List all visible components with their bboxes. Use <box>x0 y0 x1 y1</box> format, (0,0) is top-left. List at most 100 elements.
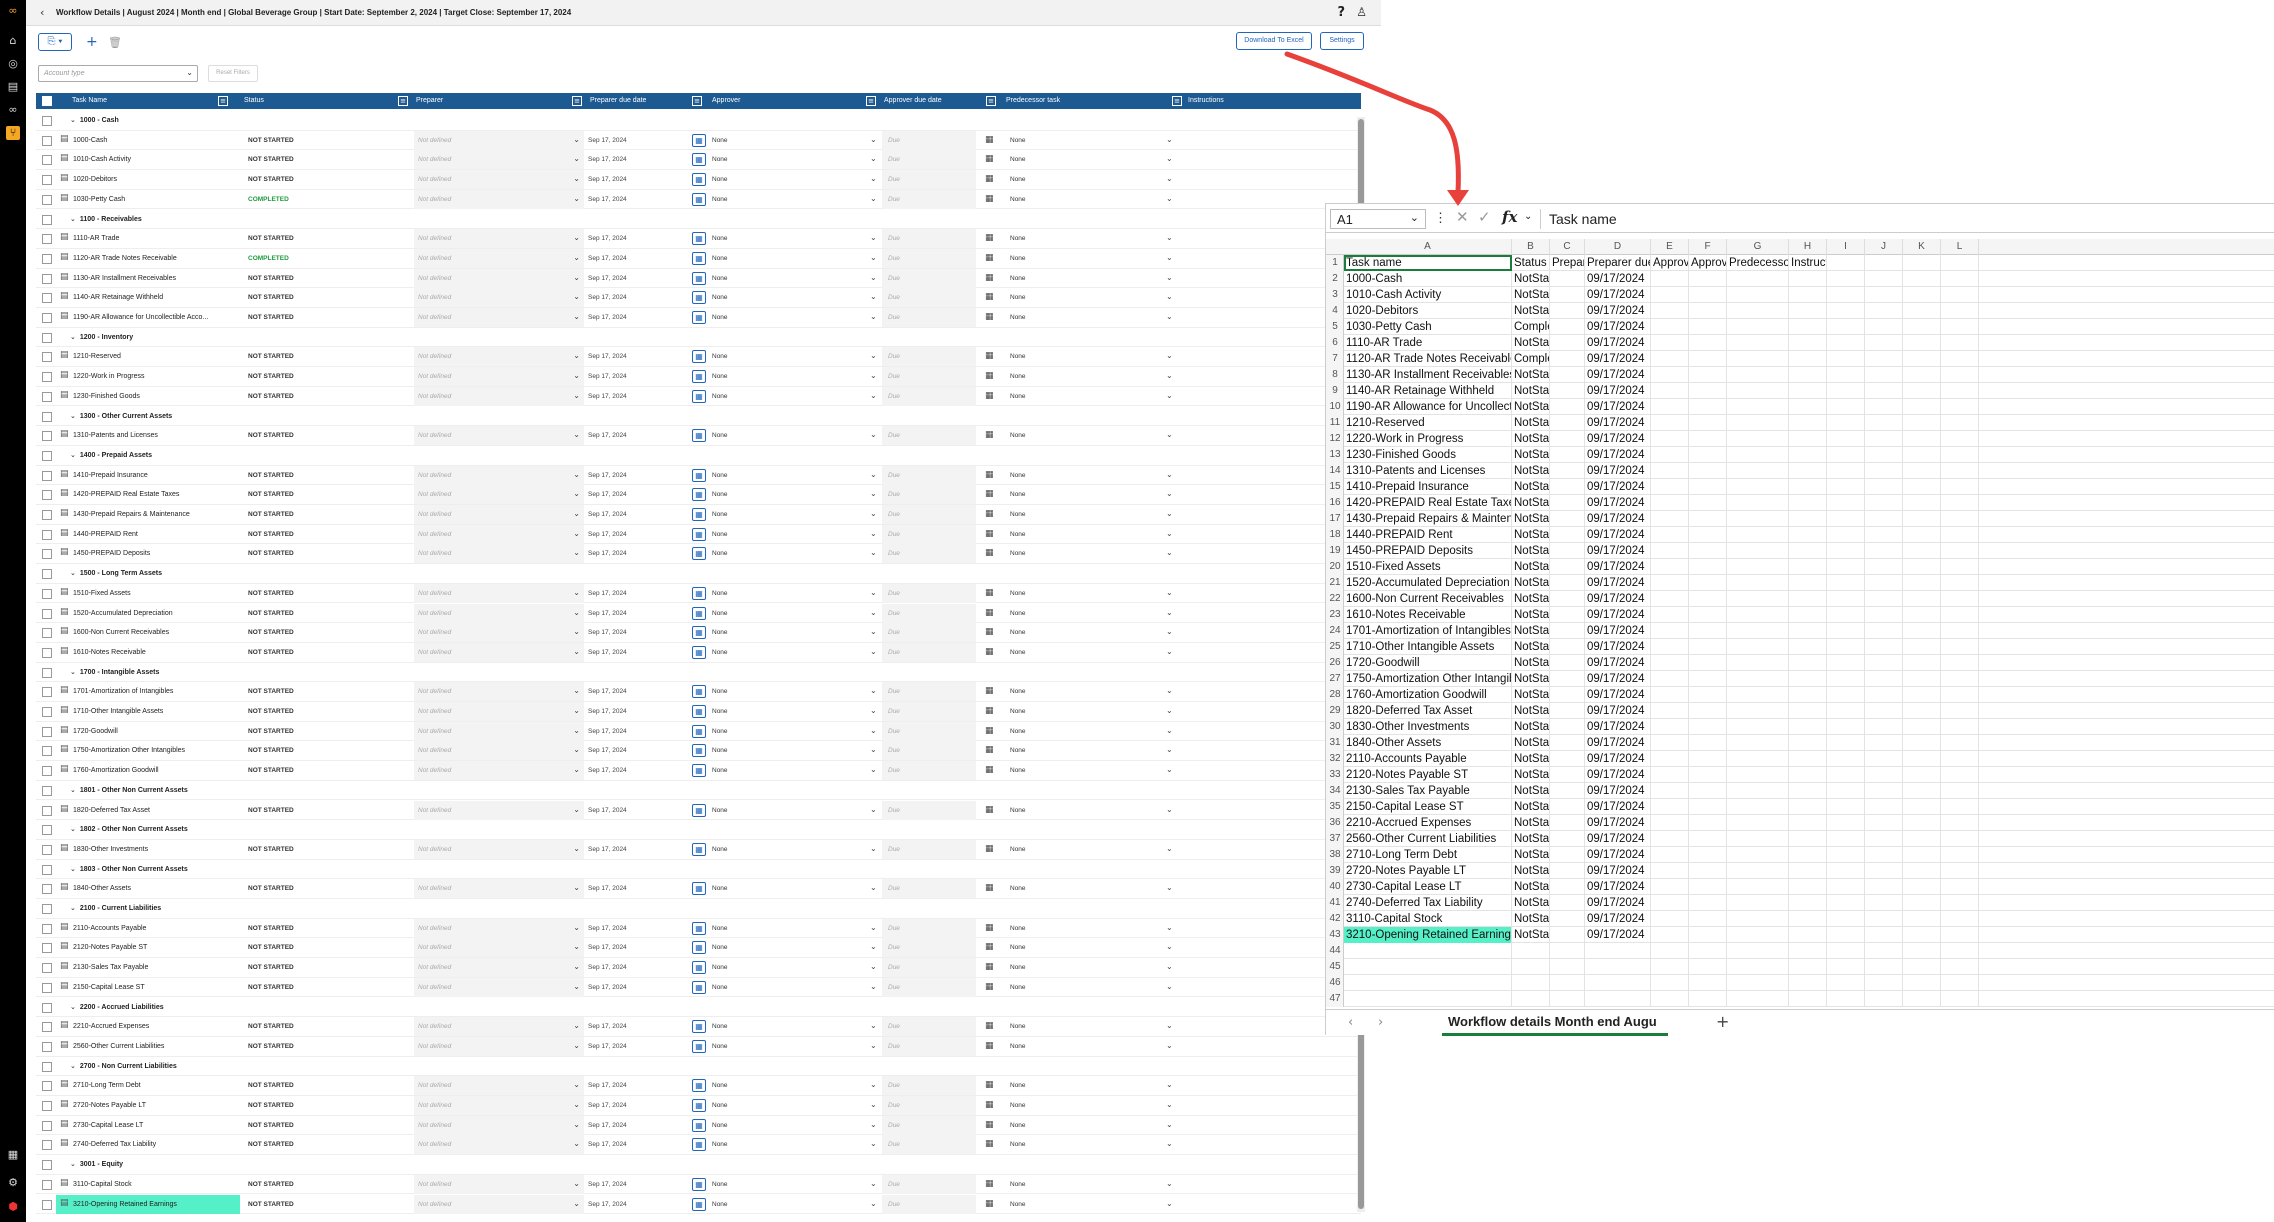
task-name[interactable]: 1820-Deferred Tax Asset <box>73 807 150 814</box>
cell[interactable] <box>1689 351 1727 367</box>
calendar-icon[interactable]: ▦ <box>985 608 994 618</box>
calendar-icon[interactable]: ▦ <box>985 745 994 755</box>
cell[interactable]: 1760-Amortization Goodwill <box>1344 687 1512 703</box>
header-approver[interactable]: Approver <box>712 97 740 104</box>
approver-value[interactable]: None <box>712 747 728 754</box>
row-checkbox[interactable] <box>42 805 52 816</box>
cell[interactable]: 09/17/2024 <box>1585 655 1651 671</box>
cell[interactable] <box>1865 847 1903 863</box>
cell[interactable] <box>1827 735 1865 751</box>
task-name-cell[interactable]: ▤ 1210-Reserved <box>56 347 240 366</box>
task-name[interactable]: 1410-Prepaid Insurance <box>73 472 148 479</box>
task-name[interactable]: 1760-Amortization Goodwill <box>73 767 159 774</box>
group-row[interactable]: ⌄ 1100 - Receivables <box>36 210 1361 230</box>
cell[interactable]: 1710-Other Intangible Assets <box>1344 639 1512 655</box>
cell[interactable] <box>1827 367 1865 383</box>
cell[interactable] <box>1727 719 1789 735</box>
preparer-due-date[interactable]: Sep 17, 2024 <box>588 807 627 814</box>
cell[interactable] <box>1827 751 1865 767</box>
approver-due-date-input[interactable]: Due <box>882 1135 976 1155</box>
cell[interactable] <box>1903 303 1941 319</box>
cell[interactable] <box>1903 511 1941 527</box>
chevron-down-icon[interactable]: ⌄ <box>70 786 76 794</box>
calendar-icon[interactable]: ▦ <box>985 805 994 815</box>
group-row[interactable]: ⌄ 3001 - Equity <box>36 1155 1361 1175</box>
cell[interactable] <box>1789 703 1827 719</box>
calendar-icon[interactable]: ▦ <box>692 1177 706 1191</box>
row-checkbox[interactable] <box>42 904 52 914</box>
calendar-icon[interactable]: ▦ <box>692 586 706 600</box>
chevron-down-icon[interactable]: ⌄ <box>870 1100 877 1109</box>
cell[interactable] <box>1651 639 1689 655</box>
table-row[interactable]: ▤ 1310-Patents and Licenses NOT STARTED Not… <box>36 426 1361 446</box>
preparer-due-date[interactable]: Sep 17, 2024 <box>588 649 627 656</box>
task-name-cell[interactable]: ▤ 1710-Other Intangible Assets <box>56 702 240 721</box>
calendar-icon[interactable]: ▦ <box>985 174 994 184</box>
cell[interactable]: NotStarted <box>1512 303 1550 319</box>
row-number[interactable]: 20 <box>1326 559 1344 575</box>
cell[interactable] <box>1827 975 1865 991</box>
column-header[interactable]: J <box>1865 239 1903 255</box>
chevron-down-icon[interactable]: ⌄ <box>70 412 76 420</box>
preparer-due-date[interactable]: Sep 17, 2024 <box>588 373 627 380</box>
preparer-select[interactable]: Not defined ⌄ <box>414 918 584 938</box>
preparer-select[interactable]: Not defined ⌄ <box>414 839 584 859</box>
chevron-down-icon[interactable]: ⌄ <box>70 865 76 873</box>
cell[interactable] <box>1941 559 1979 575</box>
cell[interactable] <box>1727 943 1789 959</box>
clipboard-icon[interactable]: ▤ <box>6 80 20 94</box>
cell[interactable]: NotStarted <box>1512 399 1550 415</box>
cell[interactable] <box>1550 559 1585 575</box>
approver-value[interactable]: None <box>712 846 728 853</box>
group-row[interactable]: ⌄ 2100 - Current Liabilities <box>36 899 1361 919</box>
cell[interactable]: 1110-AR Trade <box>1344 335 1512 351</box>
cell[interactable] <box>1865 271 1903 287</box>
predecessor-value[interactable]: None <box>1010 649 1026 656</box>
predecessor-value[interactable]: None <box>1010 984 1026 991</box>
calendar-icon[interactable]: ▦ <box>985 1139 994 1149</box>
cell[interactable] <box>1550 991 1585 1007</box>
cell[interactable] <box>1827 303 1865 319</box>
task-name-cell[interactable]: ▤ 2210-Accrued Expenses <box>56 1017 240 1036</box>
cell[interactable] <box>1512 975 1550 991</box>
table-row[interactable]: ▤ 2210-Accrued Expenses NOT STARTED Not def… <box>36 1017 1361 1037</box>
approver-value[interactable]: None <box>712 235 728 242</box>
table-row[interactable]: ▤ 1720-Goodwill NOT STARTED Not defined ⌄ Sep… <box>36 721 1361 742</box>
task-name[interactable]: 1430-Prepaid Repairs & Maintenance <box>73 511 190 518</box>
cell[interactable] <box>1903 351 1941 367</box>
cell[interactable] <box>1789 591 1827 607</box>
cell[interactable] <box>1941 655 1979 671</box>
cell[interactable] <box>1827 847 1865 863</box>
cell[interactable] <box>1941 287 1979 303</box>
cell[interactable] <box>1727 495 1789 511</box>
cell[interactable] <box>1585 991 1651 1007</box>
cell[interactable] <box>1827 703 1865 719</box>
approver-value[interactable]: None <box>712 944 728 951</box>
preparer-select[interactable]: Not defined ⌄ <box>414 248 584 268</box>
preparer-due-date[interactable]: Sep 17, 2024 <box>588 590 627 597</box>
calendar-icon[interactable]: ▦ <box>985 470 994 480</box>
chevron-down-icon[interactable]: ⌄ <box>870 1120 877 1129</box>
cell[interactable] <box>1865 975 1903 991</box>
preparer-select[interactable]: Not defined ⌄ <box>414 465 584 485</box>
cell[interactable] <box>1865 815 1903 831</box>
preparer-due-date[interactable]: Sep 17, 2024 <box>588 255 627 262</box>
cell[interactable]: 1450-PREPAID Deposits <box>1344 543 1512 559</box>
row-number[interactable]: 29 <box>1326 703 1344 719</box>
row-checkbox[interactable] <box>42 234 52 245</box>
cell[interactable] <box>1689 831 1727 847</box>
approver-due-date-input[interactable]: Due <box>882 485 976 505</box>
cell[interactable] <box>1903 831 1941 847</box>
table-row[interactable]: ▤ 1820-Deferred Tax Asset NOT STARTED Not d… <box>36 800 1361 821</box>
cell[interactable] <box>1651 831 1689 847</box>
row-number[interactable]: 42 <box>1326 911 1344 927</box>
cell[interactable] <box>1827 591 1865 607</box>
predecessor-value[interactable]: None <box>1010 1181 1026 1188</box>
chevron-down-icon[interactable]: ⌄ <box>1166 430 1173 439</box>
approver-due-date-input[interactable]: Due <box>882 426 976 446</box>
cell[interactable] <box>1512 991 1550 1007</box>
preparer-select[interactable]: Not defined ⌄ <box>414 524 584 544</box>
calendar-icon[interactable]: ▦ <box>985 706 994 716</box>
table-row[interactable]: ▤ 1440-PREPAID Rent NOT STARTED Not defined… <box>36 524 1361 545</box>
predecessor-value[interactable]: None <box>1010 925 1026 932</box>
